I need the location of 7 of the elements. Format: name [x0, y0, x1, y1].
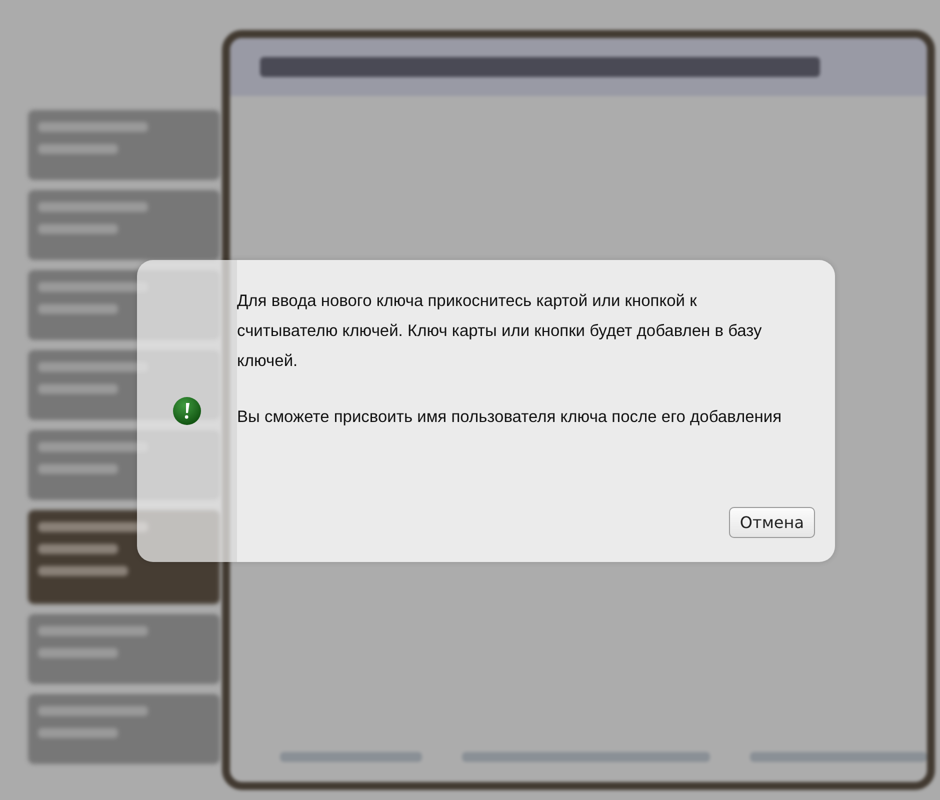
blurred-link[interactable] [750, 752, 927, 762]
blurred-link[interactable] [280, 752, 422, 762]
exclamation-icon [172, 396, 202, 426]
cancel-button[interactable]: Отмена [728, 507, 815, 538]
dialog-message: Для ввода нового ключа прикоснитесь картой или кнопкой к считывателю ключей. Ключ карты или кнопки будет добавлен в базу ключей. [237, 291, 763, 372]
blurred-link[interactable] [462, 752, 710, 762]
dialog-message: Вы сможете присвоить имя пользователя ключа после его добавления [237, 407, 783, 428]
